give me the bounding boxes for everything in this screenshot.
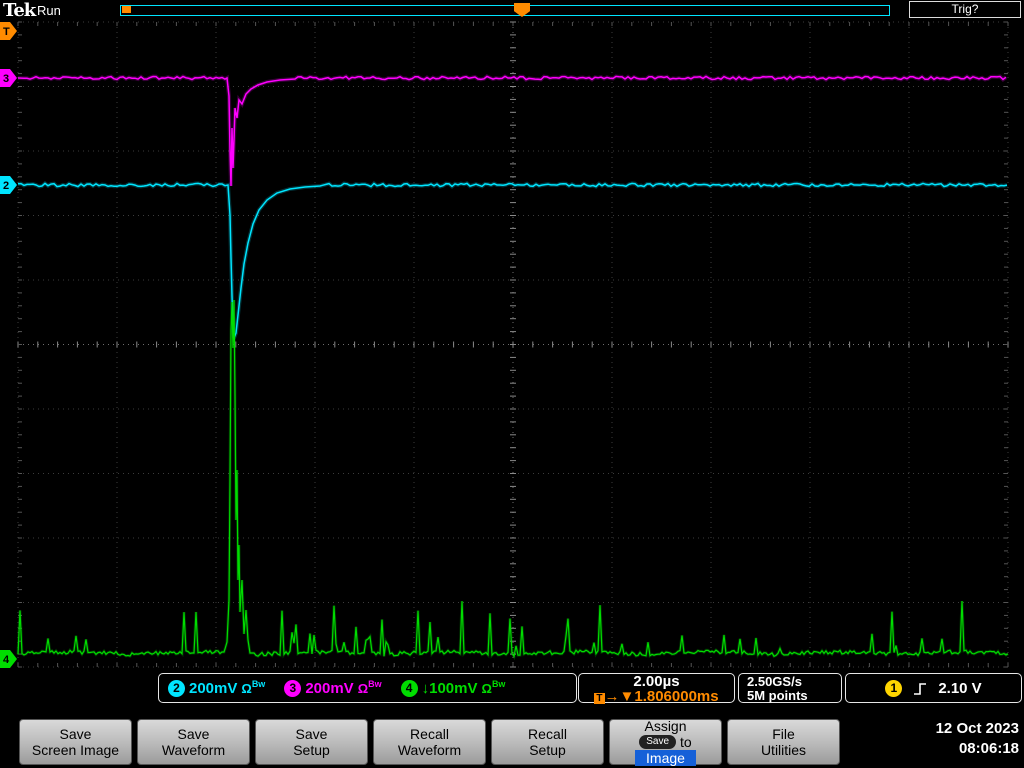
channel-marker-2: 2 — [0, 176, 17, 194]
ch4-scale: ↓100mV — [421, 679, 478, 697]
recall-setup-button[interactable]: Recall Setup — [491, 719, 604, 765]
timebase-scale: 2.00µs — [633, 673, 680, 690]
readout-bar: 2 200mV ΩBw 3 200mV ΩBw 4 ↓100mV ΩBw 2.0… — [0, 671, 1024, 709]
ch3-bandwidth: Bw — [368, 679, 382, 689]
ch3-readout: 3 200mV ΩBw — [284, 679, 382, 697]
ch3-coupling: Ω — [357, 681, 369, 696]
trace-ch2-glow — [17, 180, 1008, 339]
ch4-coupling: Ω — [481, 681, 492, 696]
delay-arrow: →▼ — [604, 688, 635, 705]
svg-text:T: T — [3, 26, 10, 38]
channel-marker-3: 3 — [0, 69, 17, 87]
save-screen-image-button[interactable]: Save Screen Image — [19, 719, 132, 765]
file-utilities-button[interactable]: File Utilities — [727, 719, 840, 765]
trigger-level: 2.10 V — [938, 679, 982, 697]
datetime-display: 12 Oct 2023 08:06:18 — [936, 719, 1019, 758]
horizontal-readout: 2.00µs T →▼1.806000ms — [578, 673, 735, 705]
channel-readouts: 2 200mV ΩBw 3 200mV ΩBw 4 ↓100mV ΩBw — [158, 673, 577, 703]
ch2-readout: 2 200mV ΩBw — [168, 679, 265, 697]
save-key-icon: Save — [639, 735, 677, 749]
acquisition-readout: 2.50GS/s 5M points — [738, 673, 842, 703]
date: 12 Oct 2023 — [935, 720, 1019, 737]
ch4-bandwidth: Bw — [491, 679, 506, 689]
ch3-scale: 200mV — [305, 679, 354, 697]
svg-text:3: 3 — [3, 73, 9, 85]
waveform-display: T 3 2 4 — [0, 21, 1009, 668]
graticule — [17, 21, 1009, 668]
assign-target: Image — [635, 750, 696, 767]
save-waveform-button[interactable]: Save Waveform — [137, 719, 250, 765]
trace-ch3 — [17, 75, 1007, 187]
channel-marker-T: T — [0, 22, 17, 40]
ch4-badge: 4 — [400, 679, 418, 697]
save-setup-button[interactable]: Save Setup — [255, 719, 368, 765]
time: 08:06:18 — [958, 739, 1019, 757]
trigger-source-badge: 1 — [885, 679, 903, 697]
svg-text:2: 2 — [3, 180, 9, 192]
record-length: 5M points — [747, 688, 808, 703]
softkey-menu: Save Screen Image Save Waveform Save Set… — [0, 712, 1024, 768]
trigger-readout: 1 2.10 V — [845, 673, 1022, 703]
trace-ch2 — [17, 182, 1008, 339]
sample-rate: 2.50GS/s — [747, 674, 802, 689]
rising-edge-icon — [914, 682, 927, 695]
svg-text:4: 4 — [3, 654, 10, 666]
ch2-bandwidth: Bw — [251, 679, 266, 689]
channel-marker-4: 4 — [0, 650, 17, 668]
assign-save-button[interactable]: Assign Save to Image — [609, 718, 722, 767]
trigger-time-icon: T — [594, 693, 605, 704]
ch3-badge: 3 — [284, 679, 302, 697]
ch2-coupling: Ω — [241, 681, 252, 696]
trace-ch3-glow — [17, 73, 1008, 187]
ch2-badge: 2 — [168, 679, 185, 697]
ch2-scale: 200mV — [189, 679, 238, 697]
ch4-readout: 4 ↓100mV ΩBw — [400, 679, 506, 697]
recall-waveform-button[interactable]: Recall Waveform — [373, 719, 486, 765]
trigger-delay-value: 1.806000ms — [634, 688, 719, 705]
